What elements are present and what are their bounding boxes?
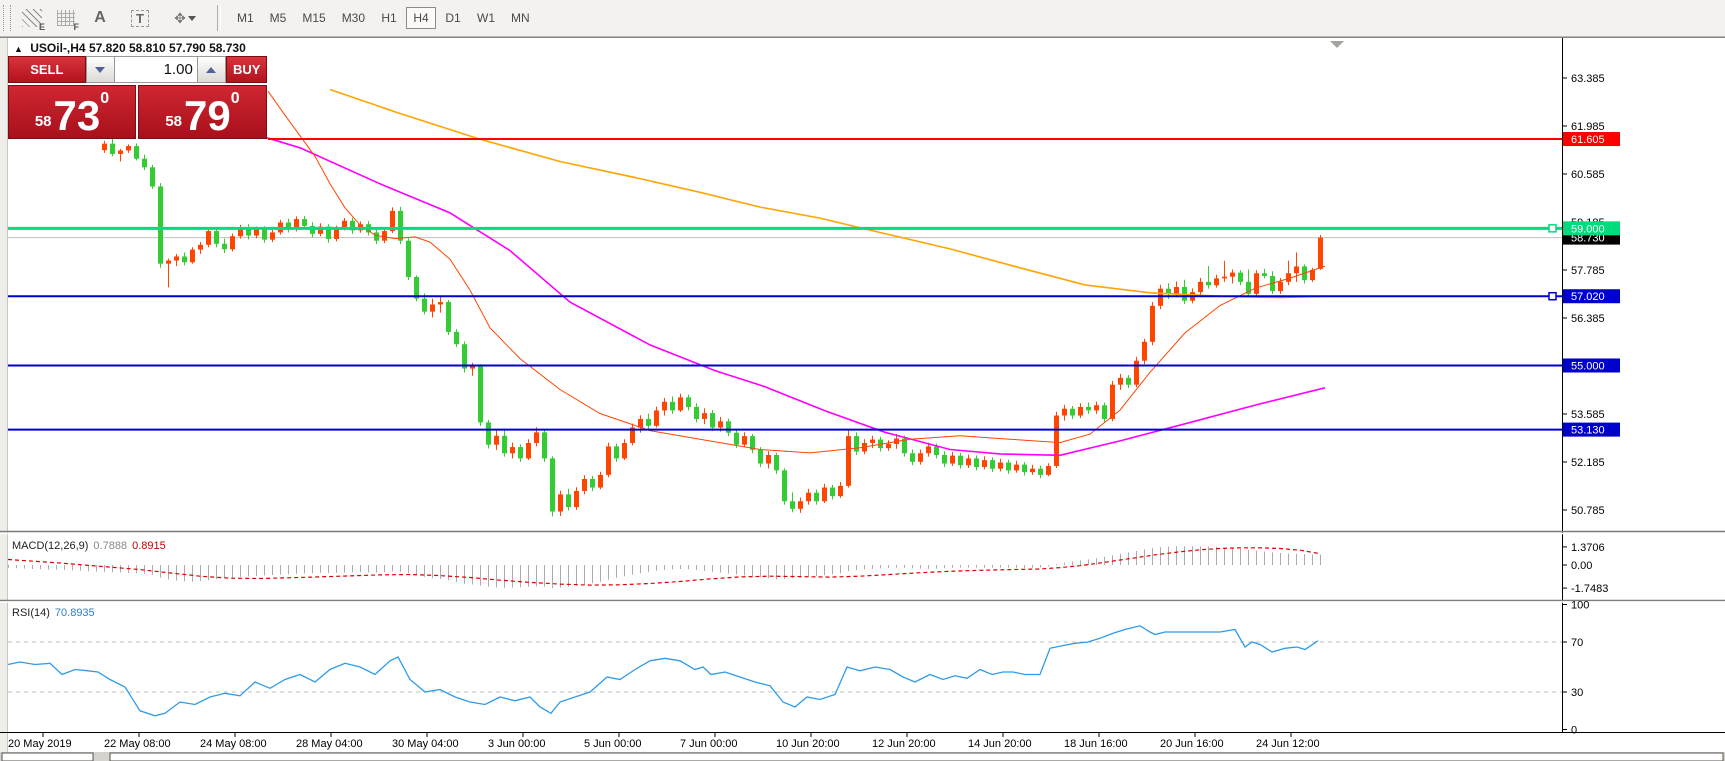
svg-text:5 Jun 00:00: 5 Jun 00:00 (584, 738, 642, 750)
svg-text:63.385: 63.385 (1571, 73, 1605, 85)
grid-glyph (57, 10, 75, 26)
buy-button[interactable]: BUY (226, 56, 267, 83)
sell-price-point: 0 (100, 90, 109, 108)
volume-decrease-button[interactable] (86, 56, 115, 83)
sell-price-int: 58 (35, 113, 52, 130)
one-click-trading-panel: SELL BUY 58 73 0 58 79 0 (8, 56, 267, 139)
tf-button-H1[interactable]: H1 (374, 7, 404, 29)
buy-price-pips: 79 (184, 94, 231, 138)
svg-text:7 Jun 00:00: 7 Jun 00:00 (680, 738, 738, 750)
tf-button-M5[interactable]: M5 (263, 7, 294, 29)
toolbar-separator (217, 5, 221, 31)
svg-text:0: 0 (1571, 725, 1577, 737)
svg-text:52.185: 52.185 (1571, 457, 1605, 469)
triangle-down-icon (95, 67, 105, 73)
svg-text:-1.7483: -1.7483 (1571, 583, 1608, 595)
chevron-down-icon (188, 16, 196, 21)
svg-text:59.000: 59.000 (1571, 223, 1605, 235)
tf-button-M1[interactable]: M1 (230, 7, 261, 29)
svg-text:55.000: 55.000 (1571, 360, 1605, 372)
svg-text:24 May 08:00: 24 May 08:00 (200, 738, 267, 750)
tf-button-W1[interactable]: W1 (470, 7, 502, 29)
tf-button-M30[interactable]: M30 (335, 7, 372, 29)
arrows-glyph: ✥ (174, 10, 184, 27)
ohlc-values: 57.820 58.810 57.790 58.730 (89, 41, 246, 55)
buy-price-point: 0 (231, 90, 240, 108)
toolbar: E F A T ✥ M1M5M15M30H1H4D1W1MN (0, 0, 1725, 37)
buy-price-int: 58 (165, 113, 182, 130)
svg-text:53.585: 53.585 (1571, 409, 1605, 421)
text-label-icon[interactable]: A (87, 5, 113, 31)
svg-text:20 May 2019: 20 May 2019 (8, 738, 72, 750)
svg-text:61.985: 61.985 (1571, 121, 1605, 133)
tf-button-M15[interactable]: M15 (295, 7, 332, 29)
bottom-strip-box-right[interactable] (110, 753, 1723, 761)
tf-button-H4[interactable]: H4 (406, 7, 436, 29)
rsi-name: RSI(14) (12, 607, 50, 619)
icon-sub-letter: F (74, 22, 80, 32)
support-line-57020-handle[interactable] (1549, 293, 1556, 300)
macd-name: MACD(12,26,9) (12, 540, 88, 552)
sell-price-pips: 73 (54, 94, 101, 138)
text-box-icon[interactable]: T (127, 5, 153, 31)
sell-button[interactable]: SELL (8, 56, 86, 83)
timeframe-button-group: M1M5M15M30H1H4D1W1MN (229, 7, 538, 29)
svg-text:57.020: 57.020 (1571, 291, 1605, 303)
triangle-up-icon (206, 67, 216, 73)
expert-advisor-hatch-icon[interactable]: E (19, 5, 45, 31)
svg-text:61.605: 61.605 (1571, 134, 1605, 146)
collapse-arrow-icon[interactable]: ▲ (14, 44, 23, 54)
svg-text:53.130: 53.130 (1571, 425, 1605, 437)
svg-text:12 Jun 20:00: 12 Jun 20:00 (872, 738, 936, 750)
toolbar-grip[interactable] (3, 5, 11, 31)
rsi-value: 70.8935 (55, 607, 95, 619)
buy-price-display[interactable]: 58 79 0 (138, 85, 267, 139)
svg-text:56.385: 56.385 (1571, 313, 1605, 325)
svg-text:60.585: 60.585 (1571, 169, 1605, 181)
svg-text:0.00: 0.00 (1571, 560, 1592, 572)
grid-icon[interactable]: F (53, 5, 79, 31)
svg-text:50.785: 50.785 (1571, 505, 1605, 517)
svg-text:1.3706: 1.3706 (1571, 542, 1605, 554)
svg-text:30 May 04:00: 30 May 04:00 (392, 738, 459, 750)
svg-text:24 Jun 12:00: 24 Jun 12:00 (1256, 738, 1320, 750)
bottom-strip (0, 752, 1725, 761)
volume-increase-button[interactable] (197, 56, 226, 83)
chart-title: ▲ USOil-,H4 57.820 58.810 57.790 58.730 (14, 41, 246, 55)
volume-input[interactable] (115, 56, 197, 83)
svg-text:3 Jun 00:00: 3 Jun 00:00 (488, 738, 546, 750)
macd-main-value: 0.7888 (93, 540, 127, 552)
macd-label: MACD(12,26,9) 0.7888 0.8915 (12, 540, 166, 552)
svg-text:20 Jun 16:00: 20 Jun 16:00 (1160, 738, 1224, 750)
svg-text:22 May 08:00: 22 May 08:00 (104, 738, 171, 750)
bottom-strip-box-left[interactable] (2, 753, 93, 761)
mt4-chart-window: 63.38561.98560.58559.18557.78556.38553.5… (0, 0, 1725, 761)
svg-text:28 May 04:00: 28 May 04:00 (296, 738, 363, 750)
letter-t-glyph: T (131, 10, 149, 27)
svg-text:70: 70 (1571, 637, 1583, 649)
resistance-line-59000-handle[interactable] (1549, 225, 1556, 232)
svg-text:100: 100 (1571, 600, 1589, 612)
svg-text:18 Jun 16:00: 18 Jun 16:00 (1064, 738, 1128, 750)
macd-signal-value: 0.8915 (132, 540, 166, 552)
symbol-period-label: USOil-,H4 (30, 41, 85, 55)
letter-a-glyph: A (94, 9, 106, 27)
svg-text:57.785: 57.785 (1571, 265, 1605, 277)
sell-price-display[interactable]: 58 73 0 (8, 85, 136, 139)
rsi-label: RSI(14) 70.8935 (12, 607, 95, 619)
tf-button-MN[interactable]: MN (504, 7, 537, 29)
tf-button-D1[interactable]: D1 (438, 7, 468, 29)
svg-text:10 Jun 20:00: 10 Jun 20:00 (776, 738, 840, 750)
svg-text:30: 30 (1571, 687, 1583, 699)
crosshair-arrows-icon[interactable]: ✥ (165, 5, 205, 31)
svg-text:14 Jun 20:00: 14 Jun 20:00 (968, 738, 1032, 750)
icon-sub-letter: E (39, 22, 45, 32)
